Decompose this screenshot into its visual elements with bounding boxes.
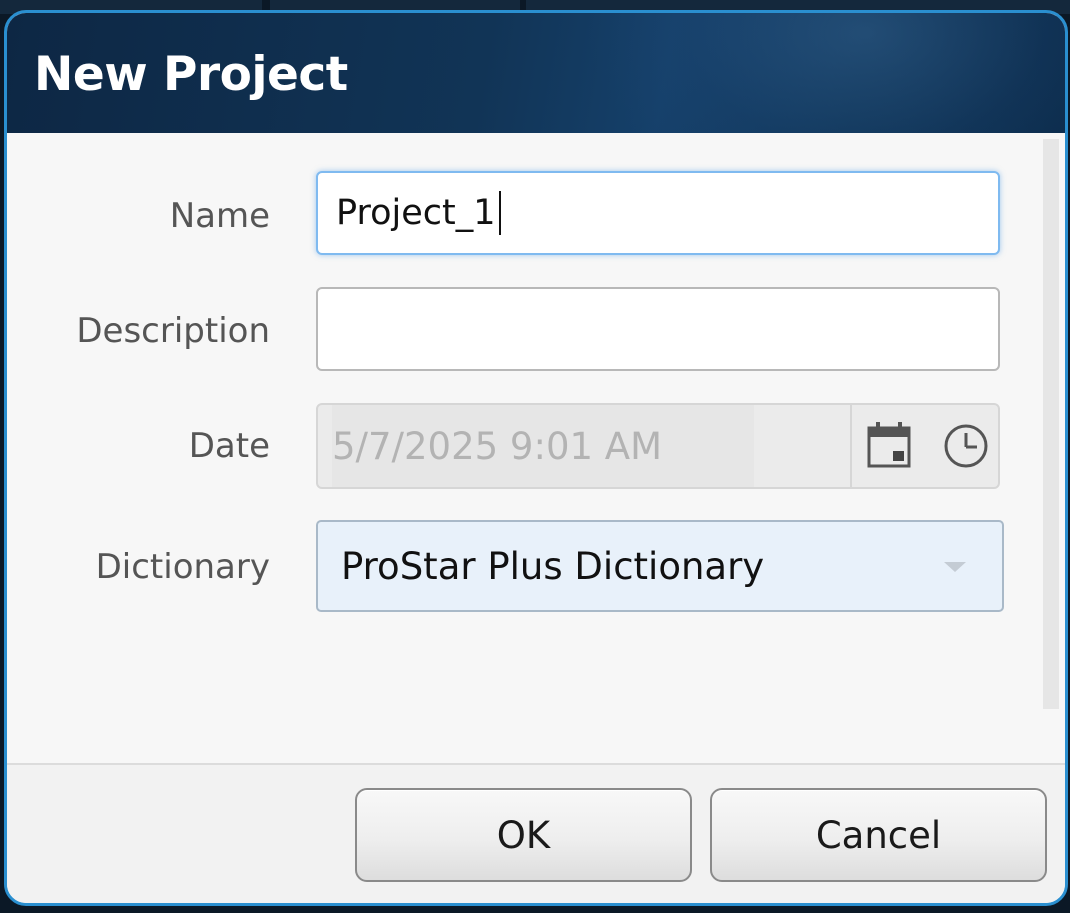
dictionary-select[interactable]: ProStar Plus Dictionary [316,520,1004,612]
dictionary-selected-value: ProStar Plus Dictionary [341,544,765,588]
date-field: 5/7/2025 9:01 AM [332,405,754,487]
description-field[interactable] [316,287,1000,371]
name-field-value: Project_1 [336,193,496,233]
description-label: Description [76,311,270,351]
dialog-title: New Project [34,47,348,102]
dictionary-label: Dictionary [95,547,270,587]
dialog-title-bar[interactable]: New Project [7,13,1065,213]
vertical-scrollbar[interactable] [1043,139,1059,709]
name-field[interactable]: Project_1 [316,171,1000,255]
date-picker: 5/7/2025 9:01 AM [316,403,1000,489]
date-divider [850,405,852,487]
name-label: Name [169,196,270,236]
calendar-icon[interactable] [866,420,912,470]
chevron-down-icon [944,562,966,572]
cancel-button[interactable]: Cancel [710,788,1047,882]
ok-button[interactable]: OK [355,788,692,882]
date-label: Date [188,426,270,466]
text-caret [498,191,501,235]
new-project-dialog: New Project Name Project_1 Description D… [4,10,1068,906]
clock-icon[interactable] [942,422,990,470]
